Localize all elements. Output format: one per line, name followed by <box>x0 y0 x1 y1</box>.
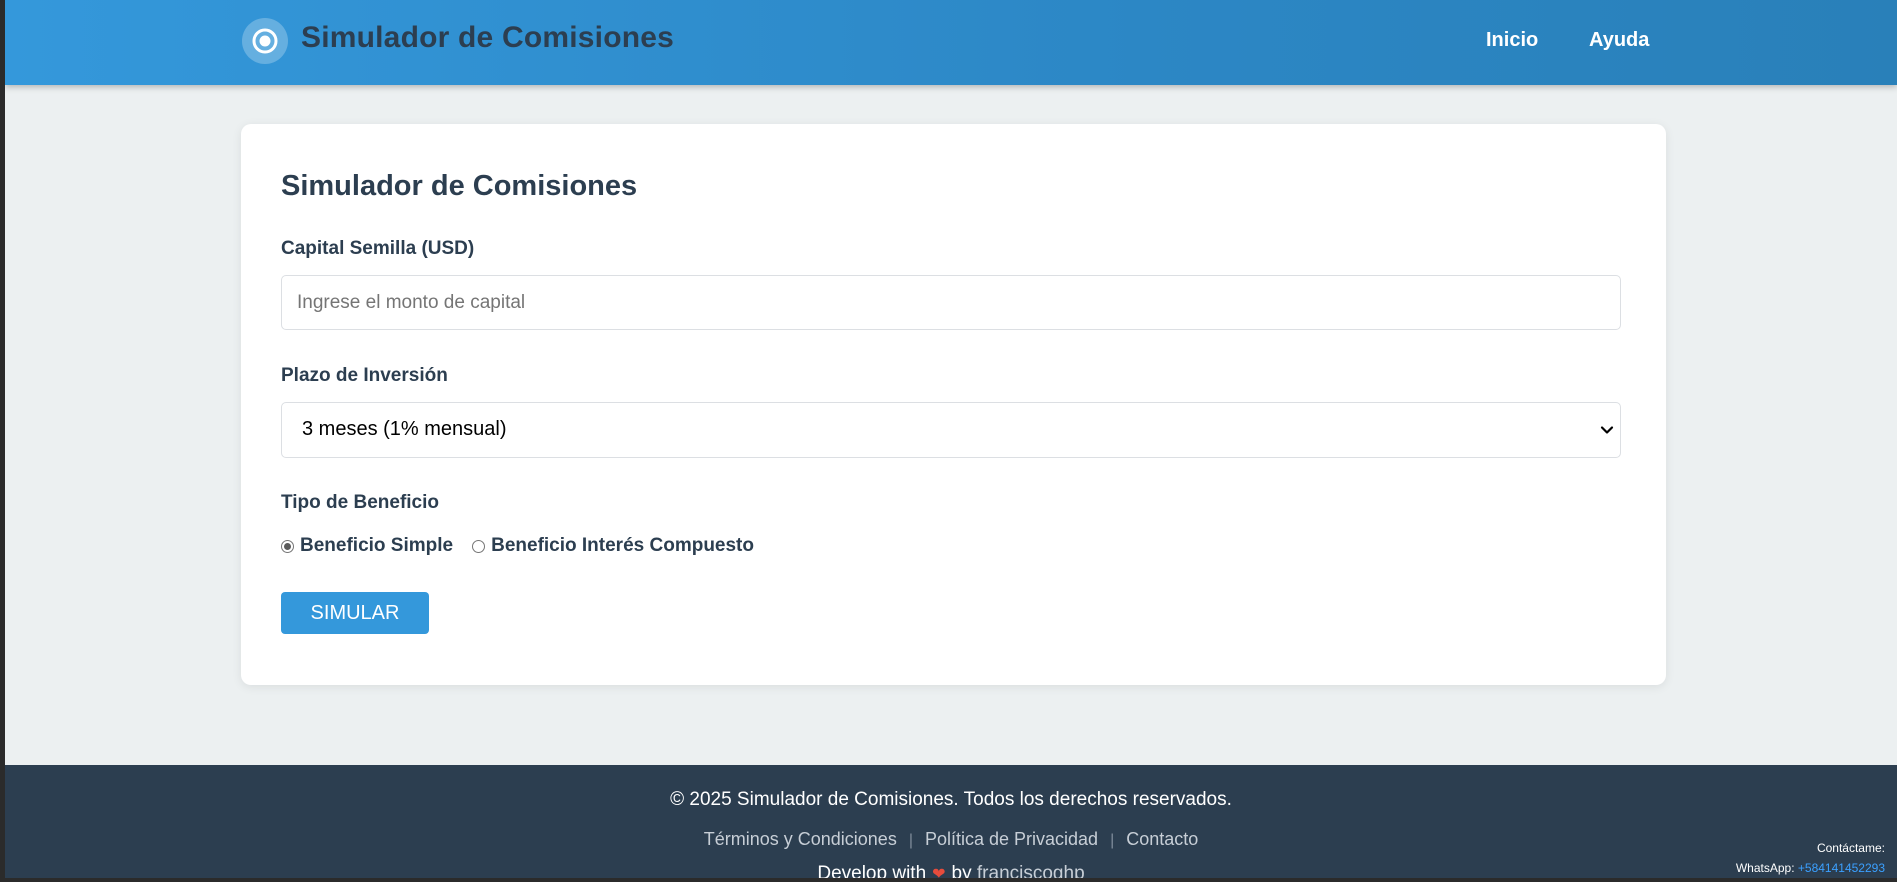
terms-link[interactable]: Términos y Condiciones <box>704 829 897 849</box>
page: Simulador de Comisiones Inicio Ayuda Sim… <box>5 0 1897 878</box>
radio-beneficio-compuesto[interactable]: Beneficio Interés Compuesto <box>472 535 754 557</box>
whatsapp-label: WhatsApp: <box>1735 861 1795 875</box>
separator: | <box>1110 832 1115 849</box>
radio-label-simple: Beneficio Simple <box>300 535 454 556</box>
contact-box: Contáctame: WhatsApp: +584141452293 <box>1736 838 1885 878</box>
heart-icon: ❤ <box>932 866 946 878</box>
footer-links: Términos y Condiciones | Política de Priva… <box>5 829 1897 850</box>
nav-inicio-link[interactable]: Inicio <box>1486 29 1538 52</box>
radio-beneficio-simple[interactable]: Beneficio Simple <box>281 535 453 557</box>
tipo-label: Tipo de Beneficio <box>281 492 440 513</box>
plazo-selected-value: 3 meses (1% mensual) <box>302 418 507 440</box>
target-circle-icon <box>252 28 278 54</box>
plazo-select[interactable]: 3 meses (1% mensual) <box>281 402 1621 458</box>
tipo-radio-group: Beneficio Simple Beneficio Interés Compu… <box>281 533 773 559</box>
radio-button-checked[interactable] <box>281 539 294 553</box>
separator: | <box>908 832 913 849</box>
radio-label-compuesto: Beneficio Interés Compuesto <box>491 535 754 556</box>
develop-prefix: Develop with <box>817 863 927 878</box>
radio-button-unchecked[interactable] <box>472 539 486 553</box>
whatsapp-line: WhatsApp: +584141452293 <box>1736 858 1885 878</box>
app-title: Simulador de Comisiones <box>301 21 675 54</box>
develop-by: by <box>951 863 972 878</box>
develop-credit: Develop with ❤ by franciscoghp <box>5 863 1897 878</box>
plazo-label: Plazo de Inversión <box>281 365 448 386</box>
simulator-card: Simulador de Comisiones Capital Semilla … <box>241 124 1666 685</box>
capital-input[interactable] <box>281 275 1621 330</box>
privacy-link[interactable]: Política de Privacidad <box>925 829 1098 849</box>
header: Simulador de Comisiones Inicio Ayuda <box>5 0 1897 85</box>
form-title: Simulador de Comisiones <box>281 170 638 202</box>
contact-link[interactable]: Contacto <box>1126 829 1198 849</box>
logo-icon <box>242 18 288 64</box>
author-link[interactable]: franciscoghp <box>977 863 1085 878</box>
nav-ayuda-link[interactable]: Ayuda <box>1589 29 1649 52</box>
capital-label: Capital Semilla (USD) <box>281 238 475 259</box>
whatsapp-number-link[interactable]: +584141452293 <box>1798 861 1885 875</box>
chevron-down-icon <box>1600 423 1614 442</box>
footer: © 2025 Simulador de Comisiones. Todos lo… <box>5 765 1897 878</box>
copyright-text: © 2025 Simulador de Comisiones. Todos lo… <box>670 789 1232 810</box>
contact-title: Contáctame: <box>1816 841 1885 855</box>
simular-button[interactable]: SIMULAR <box>281 592 429 634</box>
